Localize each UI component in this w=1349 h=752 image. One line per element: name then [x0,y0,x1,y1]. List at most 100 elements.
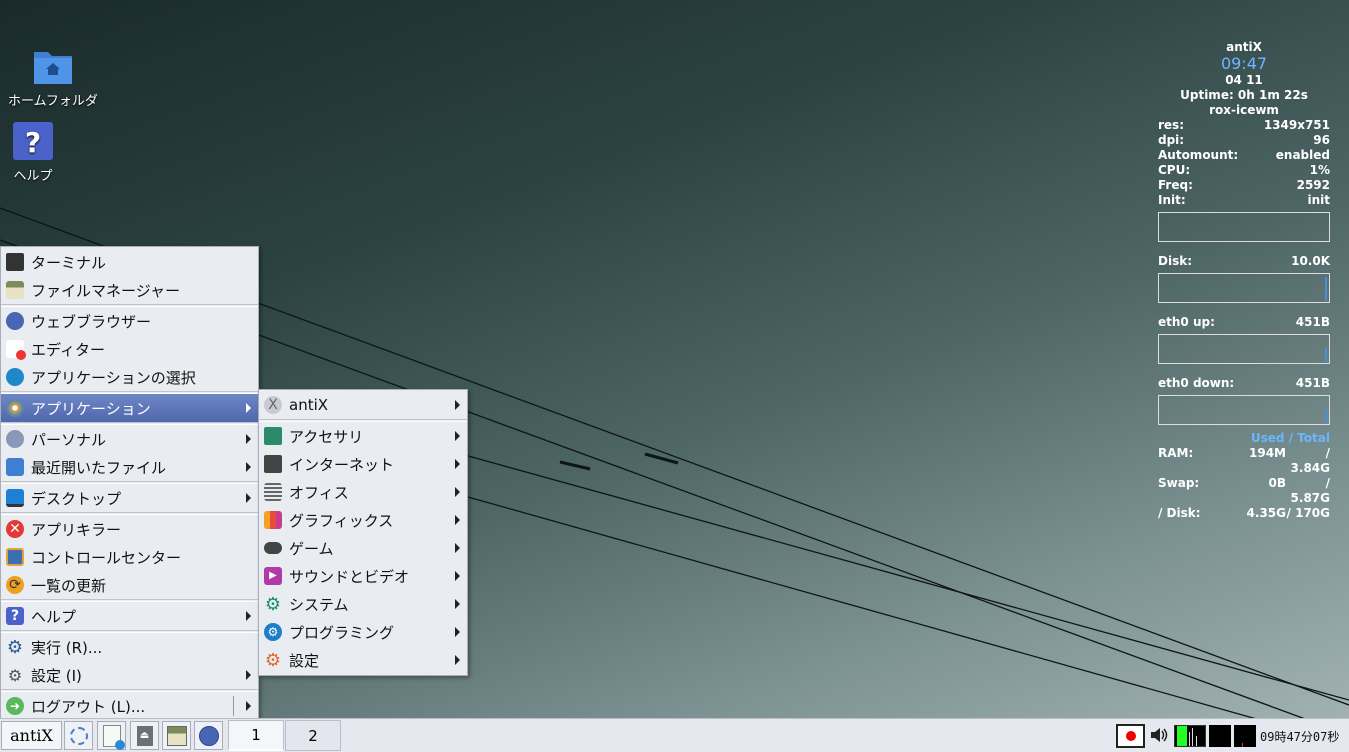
logout-icon: ➜ [5,696,25,716]
menu-item-run[interactable]: ⚙ 実行 (R)... [1,633,258,661]
submenu-arrow-icon [246,701,251,711]
settings-gear-icon: ⚙ [7,665,23,685]
menu-item-app-select[interactable]: アプリケーションの選択 [1,363,258,391]
taskbar-clock[interactable]: 09時47分07秒 [1260,728,1339,745]
conky-stat-automount: Automount: enabled [1158,148,1330,162]
conky-time: 09:47 [1220,54,1268,73]
kill-icon: ✕ [5,519,25,539]
submenu-arrow-icon [246,611,251,621]
menu-item-logout[interactable]: ➜ ログアウト (L)... [1,692,258,720]
submenu-item-graphics[interactable]: グラフィックス [259,506,467,534]
submenu-arrow-icon [455,459,460,469]
internet-icon [263,454,283,474]
submenu-arrow-icon [455,599,460,609]
menu-item-control-center[interactable]: コントロールセンター [1,543,258,571]
gamepad-icon [263,538,283,558]
gear-icon: ⚙ [6,636,24,658]
start-button[interactable]: antiX [1,721,62,750]
submenu-item-accessories[interactable]: アクセサリ [259,422,467,450]
submenu-item-settings[interactable]: ⚙ 設定 [259,646,467,674]
submenu-item-games[interactable]: ゲーム [259,534,467,562]
submenu-item-system[interactable]: ⚙ システム [259,590,467,618]
volume-icon[interactable] [1149,725,1169,745]
submenu-arrow-icon [455,655,460,665]
submenu-item-sound-video[interactable]: ▶ サウンドとビデオ [259,562,467,590]
eth-down-graph [1158,395,1330,425]
antix-logo-icon: X [263,395,283,415]
submenu-arrow-icon [246,403,251,413]
conky-wm: rox-icewm [1209,103,1279,117]
workspace-1[interactable]: 1 [228,720,284,751]
menu-item-terminal[interactable]: ターミナル [1,248,258,276]
menu-item-refresh[interactable]: ⟳ 一覧の更新 [1,571,258,599]
launcher-web-browser[interactable] [194,721,223,750]
media-play-icon: ▶ [263,566,283,586]
cpu-graph [1158,212,1330,242]
conky-stat-res: res: 1349x751 [1158,118,1330,132]
launcher-eject[interactable]: ⏏ [130,721,159,750]
applications-submenu: X antiX アクセサリ インターネット オフィス グラフィックス ゲーム ▶… [258,389,468,676]
menu-item-personal[interactable]: パーソナル [1,425,258,453]
submenu-item-programming[interactable]: ⚙ プログラミング [259,618,467,646]
system-icon: ⚙ [264,593,282,615]
menu-item-applications[interactable]: アプリケーション [1,394,258,422]
graphics-icon [263,510,283,530]
desktop-icon [5,488,25,508]
launcher-file-download[interactable] [97,721,126,750]
submenu-arrow-icon [455,627,460,637]
record-button[interactable] [1116,724,1145,748]
user-icon [5,429,25,449]
network-monitor-applet[interactable] [1234,725,1256,747]
home-folder-label: ホームフォルダ [8,94,98,109]
disk-graph [1158,273,1330,303]
conky-used-total: Used / Total [1250,431,1330,445]
submenu-arrow-icon [246,434,251,444]
compass-icon [198,725,219,746]
file-manager-icon [5,280,25,300]
menu-item-help[interactable]: ? ヘルプ [1,602,258,630]
submenu-item-office[interactable]: オフィス [259,478,467,506]
file-manager-icon [166,725,187,746]
conky-monitor: antiX 09:47 04 11 Uptime: 0h 1m 22s rox-… [1158,40,1330,521]
conky-stat-init: Init: init [1158,193,1330,207]
control-center-icon [5,547,25,567]
conky-eth-up: eth0 up: 451B [1158,315,1330,329]
show-desktop-button[interactable] [64,721,93,750]
workspace-2[interactable]: 2 [285,720,341,751]
menu-item-web-browser[interactable]: ウェブブラウザー [1,307,258,335]
compass-icon [5,311,25,331]
editor-icon [5,339,26,360]
help-label: ヘルプ [13,169,53,184]
submenu-arrow-icon [455,571,460,581]
submenu-arrow-icon [246,493,251,503]
memory-monitor-applet[interactable] [1209,725,1231,747]
settings-icon: ⚙ [264,649,282,671]
conky-stat-freq: Freq: 2592 [1158,178,1330,192]
submenu-arrow-icon [455,487,460,497]
conky-stat-dpi: dpi: 96 [1158,133,1330,147]
menu-item-editor[interactable]: エディター [1,335,258,363]
apps-grid-icon [5,398,25,418]
launcher-file-manager[interactable] [162,721,191,750]
conky-host: antiX [1226,40,1262,54]
svg-text:?: ? [25,126,41,159]
menu-item-desktop[interactable]: デスクトップ [1,484,258,512]
help-desktop-icon[interactable]: ? ヘルプ [12,121,54,184]
submenu-item-antix[interactable]: X antiX [259,391,467,419]
menu-item-recent-files[interactable]: 最近開いたファイル [1,453,258,481]
programming-icon: ⚙ [263,622,283,642]
submenu-arrow-icon [455,400,460,410]
conky-disk: Disk: 10.0K [1158,254,1330,268]
menu-item-settings[interactable]: ⚙ 設定 (I) [1,661,258,689]
cpu-monitor-applet[interactable] [1174,725,1206,747]
menu-item-app-killer[interactable]: ✕ アプリキラー [1,515,258,543]
search-icon [5,367,25,387]
taskbar: antiX ⏏ 1 2 09時47分07秒 [0,718,1349,752]
home-folder-desktop-icon[interactable]: ホームフォルダ [8,48,98,109]
submenu-arrow-icon [246,462,251,472]
submenu-item-internet[interactable]: インターネット [259,450,467,478]
submenu-arrow-icon [455,431,460,441]
folder-icon [33,52,72,84]
menu-item-file-manager[interactable]: ファイルマネージャー [1,276,258,304]
recent-files-icon [5,457,25,477]
